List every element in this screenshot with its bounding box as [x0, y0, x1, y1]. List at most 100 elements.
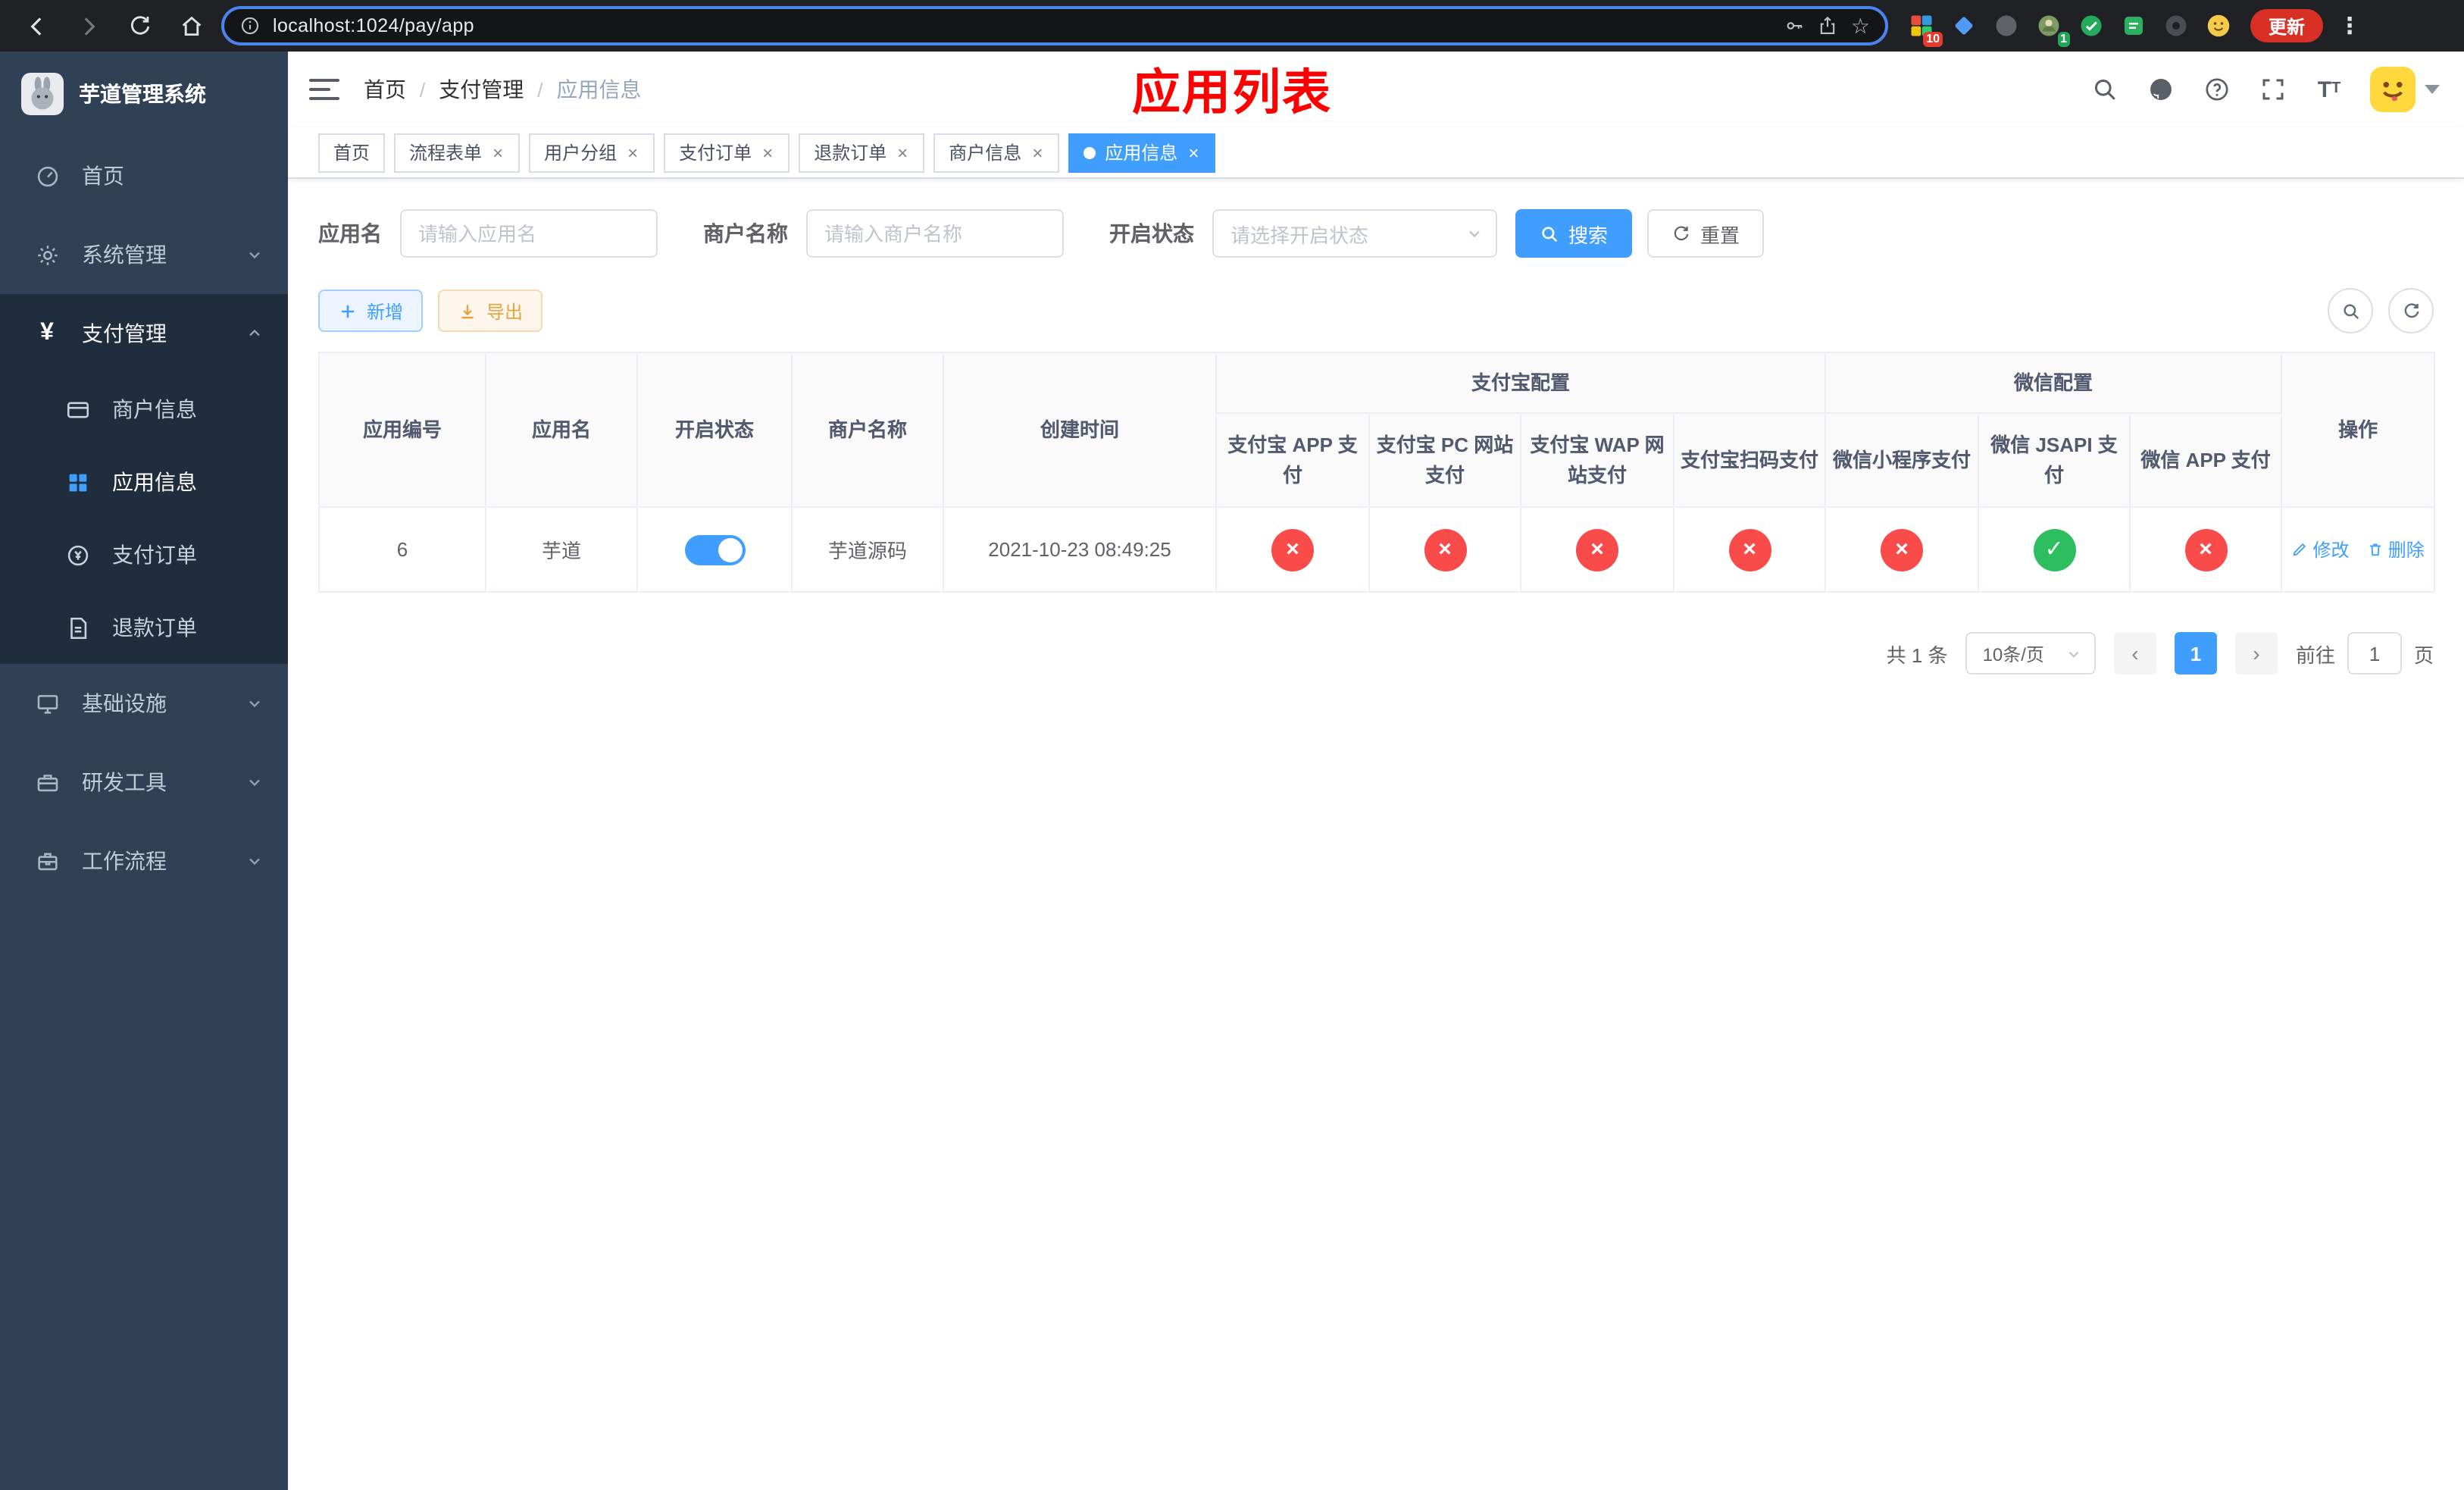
cell-alipay-app: × — [1215, 506, 1370, 593]
help-icon[interactable] — [2202, 74, 2232, 105]
tab-pay-orders[interactable]: 支付订单 × — [664, 133, 790, 172]
page-size-select[interactable]: 10条/页 — [1965, 632, 2096, 675]
next-page-button[interactable]: › — [2234, 632, 2278, 675]
extension-grid-icon[interactable]: 10 — [1906, 11, 1943, 46]
status-cross-icon: × — [2184, 528, 2228, 571]
toggle-search-button[interactable] — [2328, 288, 2373, 333]
toolbox-icon — [33, 768, 61, 796]
browser-update-button[interactable]: 更新 — [2250, 9, 2324, 42]
extension-check-icon[interactable] — [2076, 11, 2105, 40]
enabled-switch[interactable] — [684, 534, 745, 565]
user-menu[interactable] — [2370, 67, 2440, 112]
sidebar-item-home[interactable]: 首页 — [0, 136, 288, 215]
github-icon[interactable] — [2146, 74, 2176, 105]
refresh-icon — [2403, 302, 2419, 318]
close-icon[interactable]: × — [491, 143, 505, 161]
close-icon[interactable]: × — [626, 143, 639, 161]
status-select[interactable]: 请选择开启状态 — [1212, 209, 1497, 258]
extension-diamond-icon[interactable] — [1949, 11, 1978, 40]
sidebar-item-dev-tools[interactable]: 研发工具 — [0, 743, 288, 822]
pencil-icon — [2293, 543, 2306, 556]
content-area: 应用名 商户名称 开启状态 请选择开启状态 搜索 重置 — [288, 179, 2464, 1490]
tab-label: 流程表单 — [409, 142, 483, 164]
close-icon[interactable]: × — [1030, 143, 1044, 161]
grid-icon — [64, 468, 91, 496]
download-icon — [461, 304, 474, 318]
screen: localhost:1024/pay/app ☆ 10 1 更新 ⋮ 芋道管理系… — [0, 0, 2464, 1490]
reset-button[interactable]: 重置 — [1647, 209, 1765, 258]
cell-wechat-mini: × — [1825, 506, 1980, 593]
sidebar-item-merchant-info[interactable]: 商户信息 — [0, 373, 288, 446]
font-size-icon[interactable]: TT — [2314, 74, 2344, 105]
forward-icon[interactable] — [67, 5, 109, 47]
extension-pin-icon[interactable] — [2161, 11, 2190, 40]
share-icon[interactable] — [1818, 15, 1839, 36]
pagination: 共 1 条 10条/页 ‹ 1 › 前往 页 — [318, 632, 2434, 675]
extension-dark-circle-icon[interactable] — [1991, 11, 2020, 40]
tab-user-group[interactable]: 用户分组 × — [529, 133, 655, 172]
filter-bar: 应用名 商户名称 开启状态 请选择开启状态 搜索 重置 — [318, 209, 2434, 258]
status-select-placeholder: 请选择开启状态 — [1230, 224, 1369, 246]
cell-wechat-app: × — [2129, 506, 2283, 593]
extension-note-icon[interactable] — [2118, 11, 2147, 40]
tab-refund-orders[interactable]: 退款订单 × — [799, 133, 925, 172]
gear-icon — [33, 241, 61, 268]
delete-link[interactable]: 删除 — [2367, 537, 2425, 562]
sidebar-logo[interactable]: 芋道管理系统 — [0, 52, 288, 136]
back-icon[interactable] — [15, 5, 58, 47]
add-button[interactable]: 新增 — [318, 290, 424, 332]
briefcase-icon — [33, 847, 61, 875]
export-button[interactable]: 导出 — [438, 290, 543, 332]
address-bar[interactable]: localhost:1024/pay/app ☆ — [221, 6, 1888, 45]
sidebar-item-pay-orders[interactable]: 支付订单 — [0, 518, 288, 591]
refresh-table-button[interactable] — [2388, 288, 2434, 333]
tab-process-form[interactable]: 流程表单 × — [394, 133, 521, 172]
extension-avatar-icon[interactable]: 1 — [2034, 11, 2070, 46]
sidebar-item-workflow[interactable]: 工作流程 — [0, 822, 288, 900]
status-cross-icon: × — [1271, 528, 1314, 571]
breadcrumb-separator: / — [537, 78, 543, 101]
col-header-merchant: 商户名称 — [791, 352, 944, 508]
tab-label: 应用信息 — [1105, 142, 1178, 164]
fullscreen-icon[interactable] — [2258, 74, 2288, 105]
info-icon[interactable] — [239, 15, 261, 36]
sidebar-item-system[interactable]: 系统管理 — [0, 215, 288, 294]
prev-page-button[interactable]: ‹ — [2113, 632, 2156, 675]
browser-menu-icon[interactable]: ⋮ — [2332, 12, 2367, 39]
goto-page-input[interactable] — [2347, 632, 2402, 675]
refresh-icon — [1674, 225, 1689, 240]
sidebar-item-infra[interactable]: 基础设施 — [0, 664, 288, 743]
close-icon[interactable]: × — [896, 143, 909, 161]
search-icon[interactable] — [2090, 74, 2120, 105]
sidebar-item-refund-orders[interactable]: 退款订单 — [0, 591, 288, 664]
tab-label: 用户分组 — [544, 142, 618, 164]
sidebar-toggle-icon[interactable] — [309, 79, 339, 100]
tab-home[interactable]: 首页 — [318, 133, 386, 172]
merchant-name-input[interactable] — [806, 209, 1064, 258]
sidebar-item-payment[interactable]: ¥ 支付管理 — [0, 294, 288, 373]
bookmark-star-icon[interactable]: ☆ — [1851, 15, 1870, 36]
breadcrumb-home[interactable]: 首页 — [364, 74, 406, 105]
app-name-input[interactable] — [400, 209, 658, 258]
status-cross-icon: × — [1728, 528, 1771, 571]
breadcrumb-current: 应用信息 — [556, 77, 642, 102]
url-text[interactable]: localhost:1024/pay/app — [273, 15, 1772, 36]
extension-emoji-icon[interactable] — [2203, 11, 2232, 40]
trash-icon — [2369, 543, 2381, 556]
close-icon[interactable]: × — [1187, 143, 1200, 161]
key-icon[interactable] — [1784, 15, 1806, 36]
breadcrumb-payment[interactable]: 支付管理 — [439, 74, 524, 105]
tab-app-info[interactable]: 应用信息 × — [1068, 133, 1216, 172]
tab-label: 首页 — [333, 142, 371, 164]
search-button[interactable]: 搜索 — [1515, 209, 1633, 258]
reload-icon[interactable] — [118, 5, 161, 47]
home-icon[interactable] — [170, 5, 212, 47]
tab-merchant-info[interactable]: 商户信息 × — [933, 133, 1060, 172]
edit-link[interactable]: 修改 — [2291, 537, 2349, 562]
close-icon[interactable]: × — [761, 143, 774, 161]
header-actions: TT — [2090, 67, 2440, 112]
dashboard-icon — [33, 162, 61, 189]
search-icon — [2343, 303, 2359, 319]
sidebar-item-app-info[interactable]: 应用信息 — [0, 446, 288, 518]
page-number-button[interactable]: 1 — [2174, 632, 2217, 675]
